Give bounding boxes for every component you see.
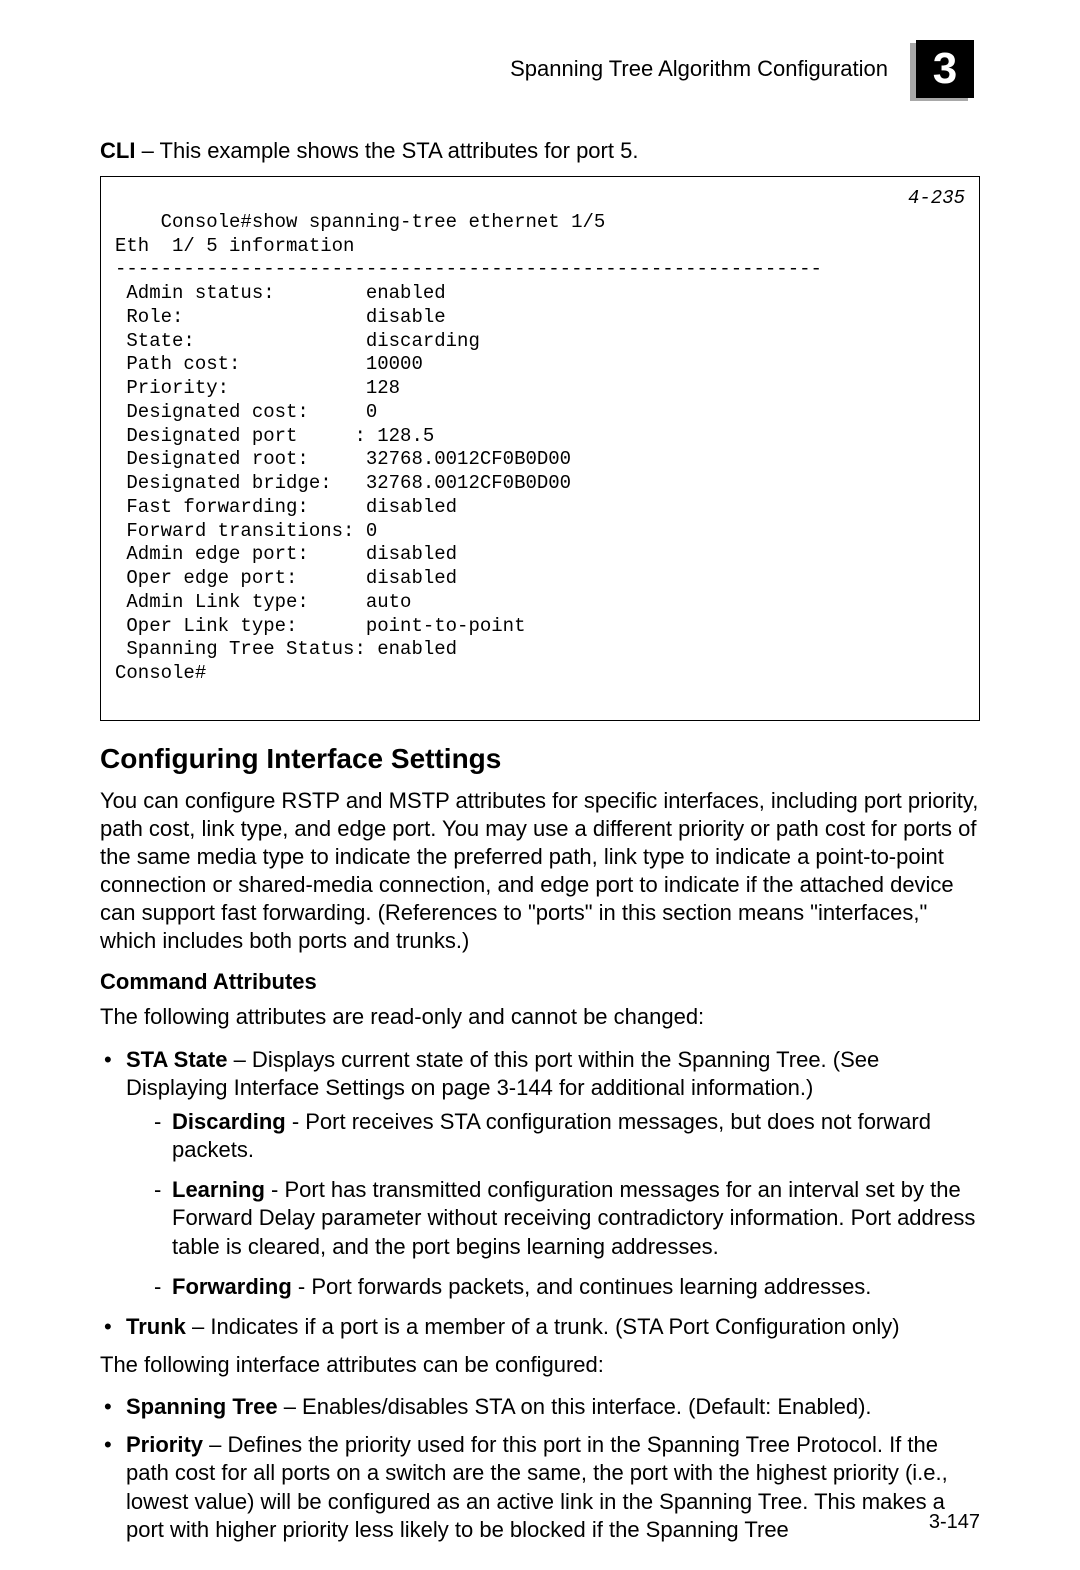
readonly-intro: The following attributes are read-only a…: [100, 1003, 980, 1031]
configurable-attr-list: Spanning Tree – Enables/disables STA on …: [100, 1393, 980, 1544]
page-header: Spanning Tree Algorithm Configuration 3: [100, 40, 980, 98]
sta-state-sublist: Discarding - Port receives STA configura…: [126, 1108, 980, 1301]
attr-trunk-label: Trunk: [126, 1314, 186, 1339]
state-forwarding-label: Forwarding: [172, 1274, 292, 1299]
header-title: Spanning Tree Algorithm Configuration: [510, 56, 888, 82]
attr-trunk: Trunk – Indicates if a port is a member …: [100, 1313, 980, 1341]
attr-sta-state-text: – Displays current state of this port wi…: [126, 1047, 879, 1100]
attr-spanning-tree-text: – Enables/disables STA on this interface…: [278, 1394, 872, 1419]
attr-priority-text: – Defines the priority used for this por…: [126, 1432, 948, 1541]
section-title: Configuring Interface Settings: [100, 743, 980, 775]
cli-label: CLI: [100, 138, 135, 163]
state-learning-label: Learning: [172, 1177, 265, 1202]
state-forwarding: Forwarding - Port forwards packets, and …: [126, 1273, 980, 1301]
state-forwarding-text: - Port forwards packets, and continues l…: [292, 1274, 872, 1299]
attr-sta-state-label: STA State: [126, 1047, 227, 1072]
attr-spanning-tree: Spanning Tree – Enables/disables STA on …: [100, 1393, 980, 1421]
command-attributes-heading: Command Attributes: [100, 969, 980, 995]
cli-output-text: Console#show spanning-tree ethernet 1/5 …: [115, 211, 822, 684]
readonly-attr-list: STA State – Displays current state of th…: [100, 1046, 980, 1341]
cli-intro-text: – This example shows the STA attributes …: [135, 138, 638, 163]
state-discarding: Discarding - Port receives STA configura…: [126, 1108, 980, 1164]
state-learning: Learning - Port has transmitted configur…: [126, 1176, 980, 1260]
attr-trunk-text: – Indicates if a port is a member of a t…: [186, 1314, 900, 1339]
cli-output-box: 4-235 Console#show spanning-tree ethernet…: [100, 176, 980, 721]
cli-intro: CLI – This example shows the STA attribu…: [100, 138, 980, 164]
state-discarding-label: Discarding: [172, 1109, 286, 1134]
chapter-number-badge: 3: [916, 40, 974, 98]
state-discarding-text: - Port receives STA configuration messag…: [172, 1109, 931, 1162]
page-number: 3-147: [929, 1511, 980, 1534]
cli-page-ref: 4-235: [908, 187, 965, 211]
section-body: You can configure RSTP and MSTP attribut…: [100, 787, 980, 956]
attr-sta-state: STA State – Displays current state of th…: [100, 1046, 980, 1301]
attr-priority: Priority – Defines the priority used for…: [100, 1431, 980, 1544]
configurable-intro: The following interface attributes can b…: [100, 1351, 980, 1379]
state-learning-text: - Port has transmitted configuration mes…: [172, 1177, 975, 1258]
attr-priority-label: Priority: [126, 1432, 203, 1457]
attr-spanning-tree-label: Spanning Tree: [126, 1394, 278, 1419]
